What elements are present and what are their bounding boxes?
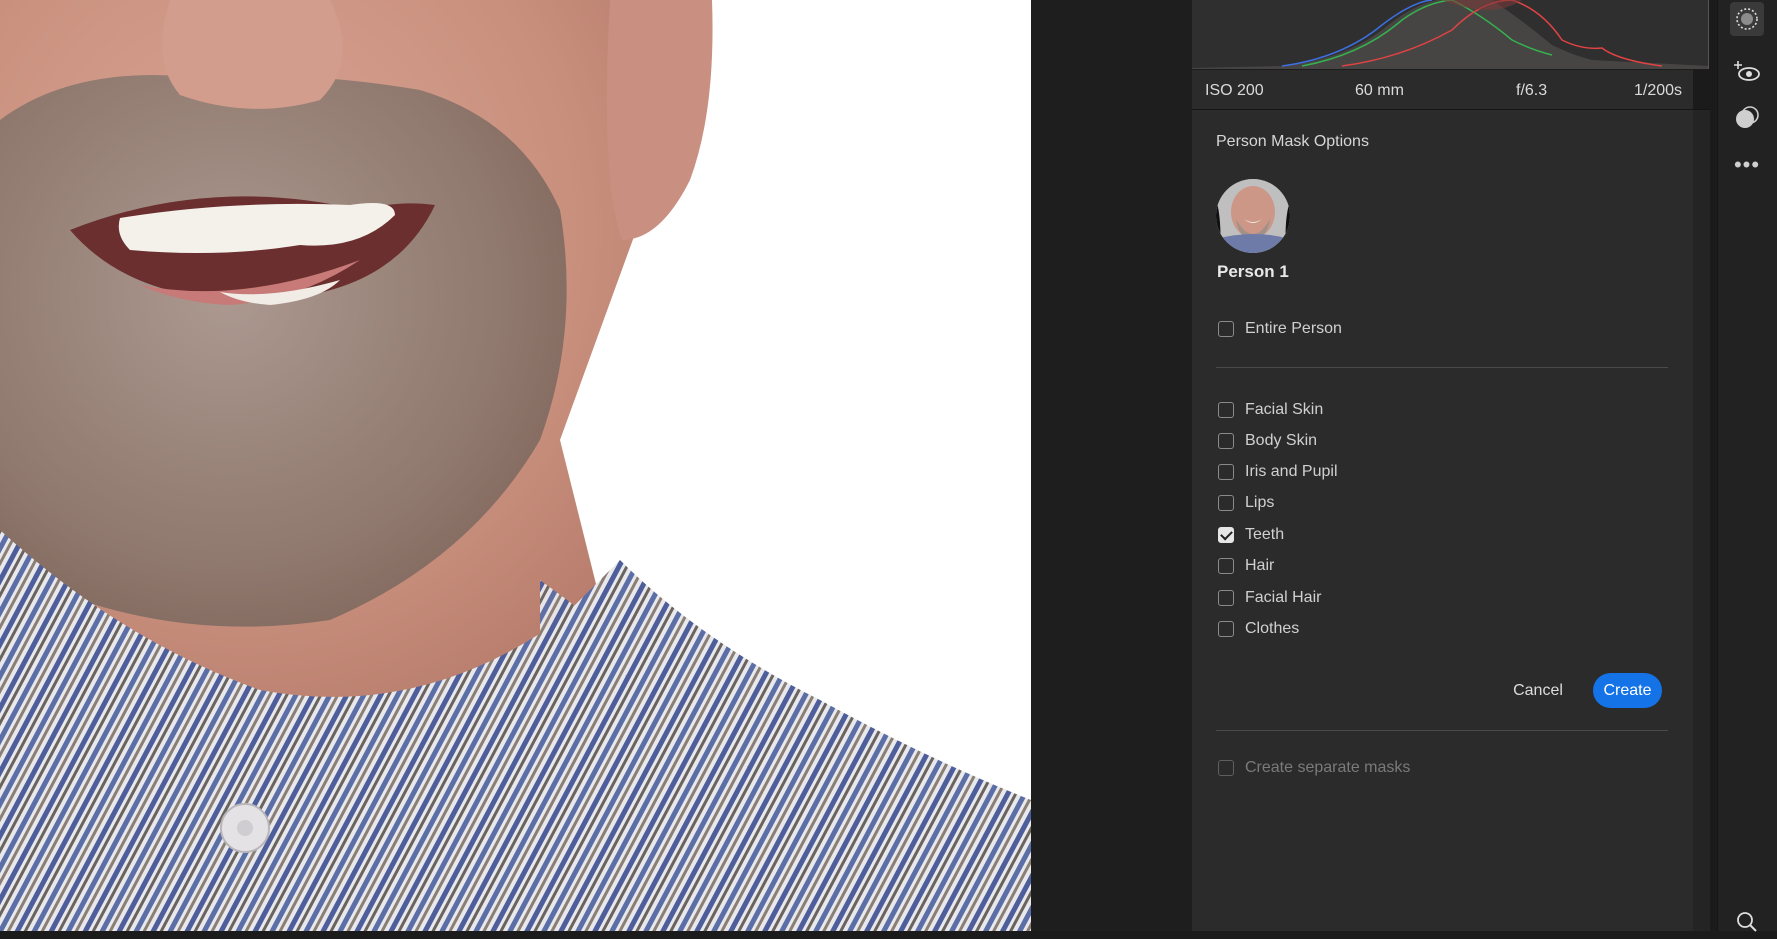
- person-thumbnail[interactable]: [1216, 179, 1290, 253]
- color-mix-icon[interactable]: [1730, 101, 1764, 135]
- panel-scrollbar[interactable]: [1693, 110, 1710, 931]
- create-separate-masks-option[interactable]: Create separate masks: [1218, 757, 1410, 779]
- facial-skin-option[interactable]: Facial Skin: [1218, 399, 1323, 421]
- entire-person-option[interactable]: Entire Person: [1218, 318, 1342, 340]
- body-skin-option[interactable]: Body Skin: [1218, 430, 1317, 452]
- create-separate-masks-checkbox[interactable]: [1218, 760, 1234, 776]
- option-label: Lips: [1245, 494, 1275, 511]
- lips-checkbox[interactable]: [1218, 495, 1234, 511]
- canvas-gutter: [1031, 0, 1192, 931]
- divider: [1216, 367, 1668, 368]
- exif-focal-length: 60 mm: [1355, 82, 1404, 99]
- more-icon[interactable]: •••: [1730, 148, 1764, 182]
- exif-shutter: 1/200s: [1634, 82, 1683, 99]
- option-label: Body Skin: [1245, 432, 1318, 449]
- option-label: Facial Hair: [1245, 589, 1322, 606]
- right-panel: ISO 200 60 mm f/6.3 1/200s Person Mask O…: [1192, 0, 1709, 931]
- option-label: Teeth: [1245, 526, 1285, 543]
- person-mask-title: Person Mask Options: [1216, 133, 1369, 150]
- teeth-option[interactable]: Teeth: [1218, 524, 1284, 546]
- histogram: [1192, 0, 1709, 70]
- iris-and-pupil-option[interactable]: Iris and Pupil: [1218, 461, 1338, 483]
- option-label: Hair: [1245, 557, 1275, 574]
- facial-hair-option[interactable]: Facial Hair: [1218, 587, 1321, 609]
- iris-and-pupil-checkbox[interactable]: [1218, 464, 1234, 480]
- create-button[interactable]: Create: [1593, 673, 1662, 708]
- hair-checkbox[interactable]: [1218, 558, 1234, 574]
- person-name: Person 1: [1217, 262, 1289, 281]
- entire-person-checkbox[interactable]: [1218, 321, 1234, 337]
- facial-hair-checkbox[interactable]: [1218, 590, 1234, 606]
- clothes-option[interactable]: Clothes: [1218, 618, 1299, 640]
- add-eye-icon[interactable]: [1730, 54, 1764, 88]
- teeth-checkbox[interactable]: [1218, 527, 1234, 543]
- entire-person-label: Entire Person: [1245, 320, 1342, 337]
- portrait-photo: [0, 0, 1031, 931]
- tool-strip: •••: [1717, 0, 1777, 932]
- exif-bar: ISO 200 60 mm f/6.3 1/200s: [1192, 72, 1709, 110]
- divider: [1216, 730, 1668, 731]
- mask-brush-icon[interactable]: [1730, 2, 1764, 36]
- facial-skin-checkbox[interactable]: [1218, 402, 1234, 418]
- zoom-icon[interactable]: [1730, 905, 1764, 939]
- option-label: Iris and Pupil: [1245, 463, 1338, 480]
- photo-canvas[interactable]: [0, 0, 1031, 931]
- cancel-button[interactable]: Cancel: [1502, 675, 1574, 707]
- option-label: Clothes: [1245, 620, 1300, 637]
- option-label: Facial Skin: [1245, 401, 1324, 418]
- hair-option[interactable]: Hair: [1218, 555, 1274, 577]
- clothes-checkbox[interactable]: [1218, 621, 1234, 637]
- body-skin-checkbox[interactable]: [1218, 433, 1234, 449]
- lips-option[interactable]: Lips: [1218, 492, 1274, 514]
- create-separate-masks-label: Create separate masks: [1245, 759, 1411, 776]
- exif-iso: ISO 200: [1205, 82, 1264, 99]
- exif-aperture: f/6.3: [1516, 82, 1548, 99]
